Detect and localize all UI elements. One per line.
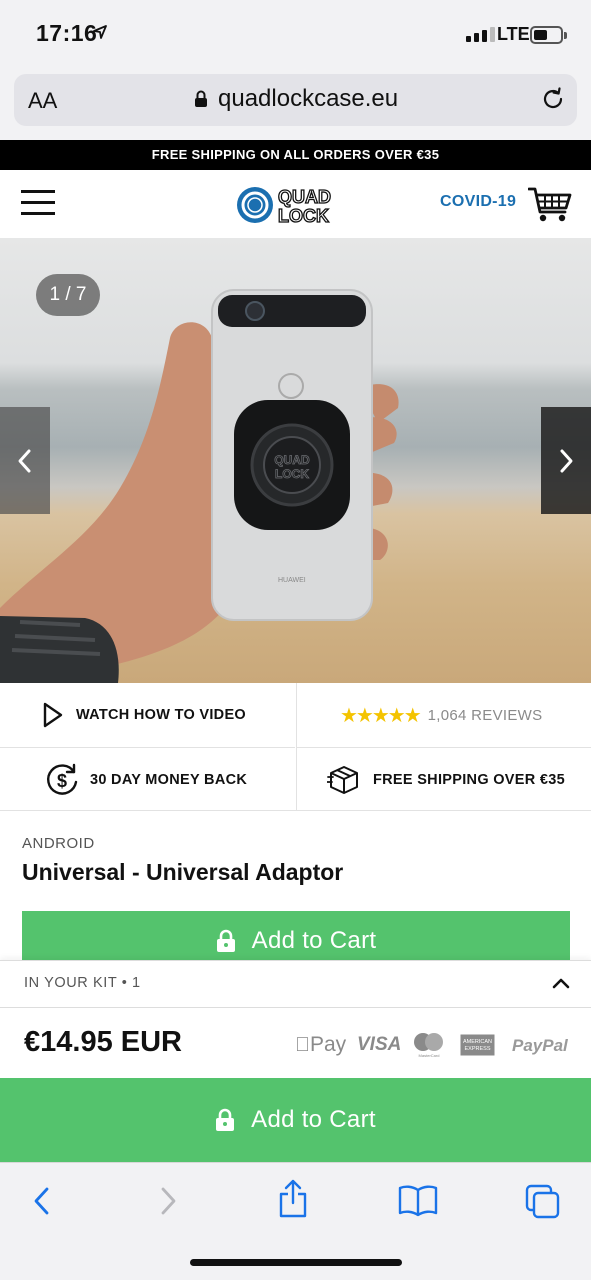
chevron-right-icon <box>560 449 573 473</box>
amex-badge: AMERICAN EXPRESS <box>460 1034 495 1056</box>
gallery-prev-button[interactable] <box>0 407 50 514</box>
money-back-label: 30 DAY MONEY BACK <box>90 771 248 788</box>
quad-lock-logo[interactable]: QUAD LOCK <box>236 185 356 230</box>
apple-logo-icon:  <box>295 1034 310 1056</box>
free-shipping-label: FREE SHIPPING OVER €35 <box>373 771 565 788</box>
product-price: €14.95 EUR <box>24 1026 182 1058</box>
reviews-count: 1,064 REVIEWS <box>427 706 543 724</box>
location-arrow-icon <box>93 25 107 39</box>
product-title: Universal - Universal Adaptor <box>22 859 344 885</box>
watch-video-label: WATCH HOW TO VIDEO <box>76 707 246 723</box>
status-time: 17:16 <box>36 20 98 46</box>
sticky-add-to-cart-button[interactable]: Add to Cart <box>0 1078 591 1162</box>
product-highlights: WATCH HOW TO VIDEO ★★★★★ 1,064 REVIEWS $… <box>0 683 591 811</box>
menu-icon[interactable] <box>21 190 55 216</box>
mastercard-badge: MasterCard <box>414 1033 443 1058</box>
back-icon[interactable] <box>30 1183 54 1219</box>
amex-line2: EXPRESS <box>465 1046 491 1052</box>
lock-icon <box>216 1108 235 1131</box>
bookmarks-icon[interactable] <box>398 1183 438 1217</box>
reload-icon[interactable] <box>540 86 566 112</box>
phone-brand-text: HUAWEI <box>278 577 306 584</box>
visa-badge: VISA <box>357 1034 402 1055</box>
lock-icon <box>216 929 235 952</box>
share-icon[interactable] <box>278 1179 308 1219</box>
star-rating-icon: ★★★★★ <box>340 704 422 727</box>
mount-logo-line1: QUAD <box>274 453 310 467</box>
text-size-button[interactable]: AA <box>28 88 57 114</box>
browser-toolbar <box>0 1162 591 1280</box>
tabs-icon[interactable] <box>524 1183 562 1219</box>
promo-banner[interactable]: FREE SHIPPING ON ALL ORDERS OVER €35 <box>0 140 591 170</box>
lock-icon <box>195 90 207 107</box>
network-type: LTE <box>497 24 530 44</box>
status-bar: 17:16 LTE <box>0 0 591 66</box>
shopping-cart-icon[interactable] <box>528 186 572 224</box>
site-header: QUAD LOCK COVID-19 <box>0 170 591 238</box>
apple-pay-badge: Pay <box>295 1033 346 1057</box>
address-bar[interactable]: AA quadlockcase.eu <box>14 74 577 126</box>
url-text[interactable]: quadlockcase.eu <box>218 85 398 113</box>
mastercard-text: MasterCard <box>419 1053 440 1058</box>
shipping-box-icon <box>327 765 358 794</box>
kit-drawer-toggle[interactable]: IN YOUR KIT • 1 <box>0 960 591 1008</box>
logo-line1: QUAD <box>278 187 331 207</box>
amex-line1: AMERICAN <box>463 1039 492 1045</box>
home-indicator[interactable] <box>190 1259 402 1266</box>
svg-text:$: $ <box>57 771 67 791</box>
apple-pay-label: Pay <box>295 1033 346 1056</box>
money-back-icon: $ <box>47 763 78 795</box>
mount-logo-line2: LOCK <box>275 467 309 481</box>
sticky-add-to-cart-label: Add to Cart <box>251 1106 376 1133</box>
logo-line2: LOCK <box>278 206 329 225</box>
money-back-info: $ 30 DAY MONEY BACK <box>0 747 295 811</box>
battery-icon <box>530 26 567 44</box>
chevron-left-icon <box>18 449 31 473</box>
play-icon <box>43 702 63 728</box>
watch-video-link[interactable]: WATCH HOW TO VIDEO <box>0 683 295 747</box>
quad-lock-logo-mark: QUAD LOCK <box>237 186 332 227</box>
text-size-label: AA <box>28 88 58 113</box>
browser-address-area: AA quadlockcase.eu <box>0 66 591 140</box>
forward-icon[interactable] <box>156 1183 180 1219</box>
covid-link[interactable]: COVID-19 <box>440 193 516 211</box>
product-category: ANDROID <box>22 835 95 852</box>
free-shipping-info: FREE SHIPPING OVER €35 <box>296 747 591 811</box>
cell-signal-icon <box>466 27 495 42</box>
product-image-gallery[interactable]: HUAWEI QUAD LOCK 1 / 7 <box>0 238 591 683</box>
kit-label: IN YOUR KIT • 1 <box>24 975 141 991</box>
reviews-link[interactable]: ★★★★★ 1,064 REVIEWS <box>296 683 591 747</box>
paypal-badge: PayPal <box>512 1036 568 1055</box>
price-bar: €14.95 EUR Pay VISA MasterCard AMERICAN… <box>0 1008 591 1080</box>
gallery-next-button[interactable] <box>541 407 591 514</box>
add-to-cart-label: Add to Cart <box>251 927 377 954</box>
chevron-up-icon <box>552 978 570 989</box>
gallery-counter: 1 / 7 <box>36 274 100 316</box>
